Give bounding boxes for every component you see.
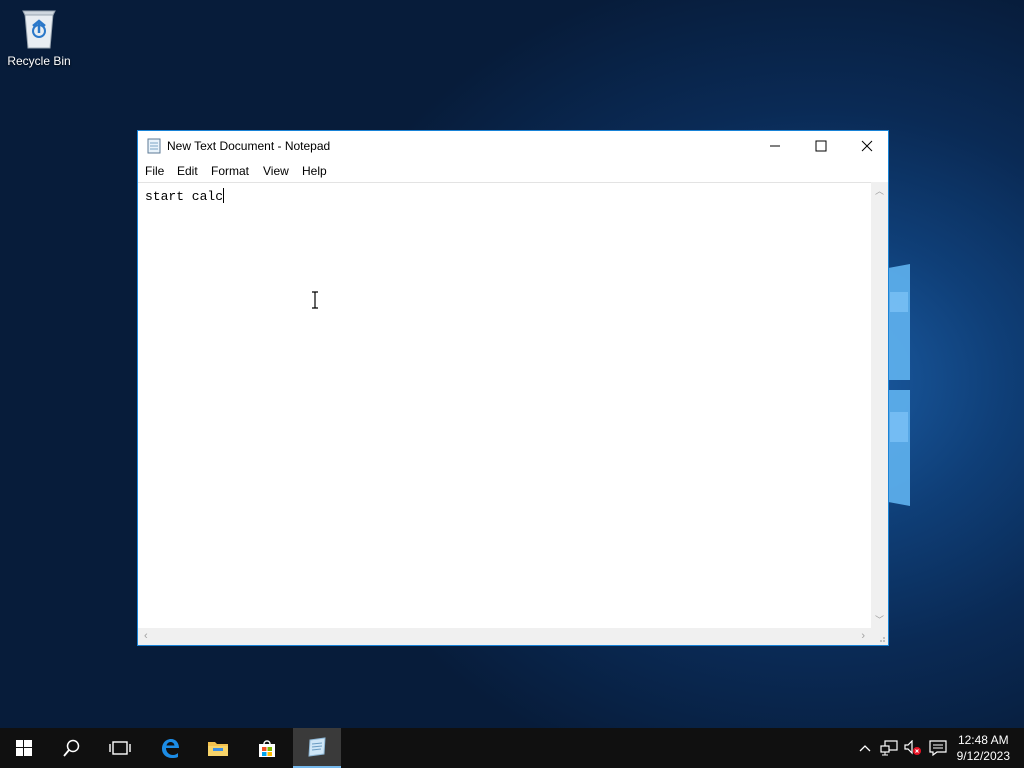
recycle-bin-icon bbox=[22, 10, 56, 49]
task-view-icon bbox=[109, 741, 131, 755]
menu-help[interactable]: Help bbox=[302, 164, 327, 178]
resize-grip-icon bbox=[880, 637, 885, 642]
notification-icon bbox=[929, 740, 947, 756]
close-button[interactable] bbox=[844, 131, 890, 161]
notepad-window[interactable]: New Text Document - Notepad File Edit Fo… bbox=[137, 130, 889, 646]
network-icon bbox=[880, 740, 898, 756]
resize-grip[interactable] bbox=[871, 628, 888, 645]
volume-tray-button[interactable] bbox=[902, 728, 924, 768]
menu-view[interactable]: View bbox=[263, 164, 289, 178]
edge-icon bbox=[162, 739, 179, 758]
scroll-right-icon[interactable]: › bbox=[861, 630, 865, 642]
system-clock[interactable]: 12:48 AM 9/12/2023 bbox=[957, 732, 1010, 764]
menu-file[interactable]: File bbox=[145, 164, 164, 178]
title-bar[interactable]: New Text Document - Notepad bbox=[138, 131, 888, 161]
window-title: New Text Document - Notepad bbox=[167, 139, 331, 153]
maximize-button[interactable] bbox=[798, 131, 844, 161]
volume-muted-icon bbox=[904, 740, 921, 755]
chevron-up-icon bbox=[859, 745, 871, 752]
minimize-button[interactable] bbox=[752, 131, 798, 161]
store-icon bbox=[259, 740, 275, 757]
editor-text: start calc bbox=[145, 189, 224, 204]
maximize-icon bbox=[815, 140, 827, 152]
clock-time: 12:48 AM bbox=[957, 733, 1009, 747]
minimize-icon bbox=[770, 145, 780, 147]
windows-wallpaper-logo bbox=[888, 264, 910, 506]
vertical-scrollbar[interactable]: ︿ ﹀ bbox=[871, 182, 888, 628]
edge-button[interactable] bbox=[146, 728, 194, 768]
notepad-taskbar-button[interactable] bbox=[293, 728, 341, 768]
clock-date: 9/12/2023 bbox=[956, 749, 1010, 763]
start-button[interactable] bbox=[0, 728, 48, 768]
search-icon bbox=[63, 739, 80, 757]
recycle-bin-shortcut[interactable]: Recycle Bin bbox=[4, 6, 74, 68]
menu-edit[interactable]: Edit bbox=[177, 164, 198, 178]
network-tray-button[interactable] bbox=[878, 728, 900, 768]
notepad-icon bbox=[308, 737, 326, 757]
start-icon bbox=[16, 740, 32, 756]
text-cursor-icon bbox=[312, 291, 318, 309]
action-center-button[interactable] bbox=[927, 728, 949, 768]
horizontal-scrollbar[interactable]: ‹ › bbox=[138, 628, 871, 645]
text-editor-area[interactable]: start calc bbox=[138, 182, 871, 628]
show-hidden-icons-button[interactable] bbox=[855, 728, 875, 768]
text-caret bbox=[223, 188, 225, 203]
task-view-button[interactable] bbox=[96, 728, 144, 768]
recycle-bin-label: Recycle Bin bbox=[7, 54, 71, 68]
menu-bar: File Edit Format View Help bbox=[138, 161, 888, 181]
scroll-down-icon[interactable]: ﹀ bbox=[875, 613, 884, 626]
close-icon bbox=[861, 140, 873, 152]
taskbar: 12:48 AM 9/12/2023 bbox=[0, 728, 1024, 768]
notepad-app-icon bbox=[147, 138, 161, 154]
search-button[interactable] bbox=[48, 728, 96, 768]
file-explorer-button[interactable] bbox=[194, 728, 242, 768]
store-button[interactable] bbox=[243, 728, 291, 768]
scroll-left-icon[interactable]: ‹ bbox=[144, 630, 148, 642]
scroll-up-icon[interactable]: ︿ bbox=[875, 184, 884, 197]
menu-format[interactable]: Format bbox=[211, 164, 249, 178]
file-explorer-icon bbox=[208, 742, 228, 756]
